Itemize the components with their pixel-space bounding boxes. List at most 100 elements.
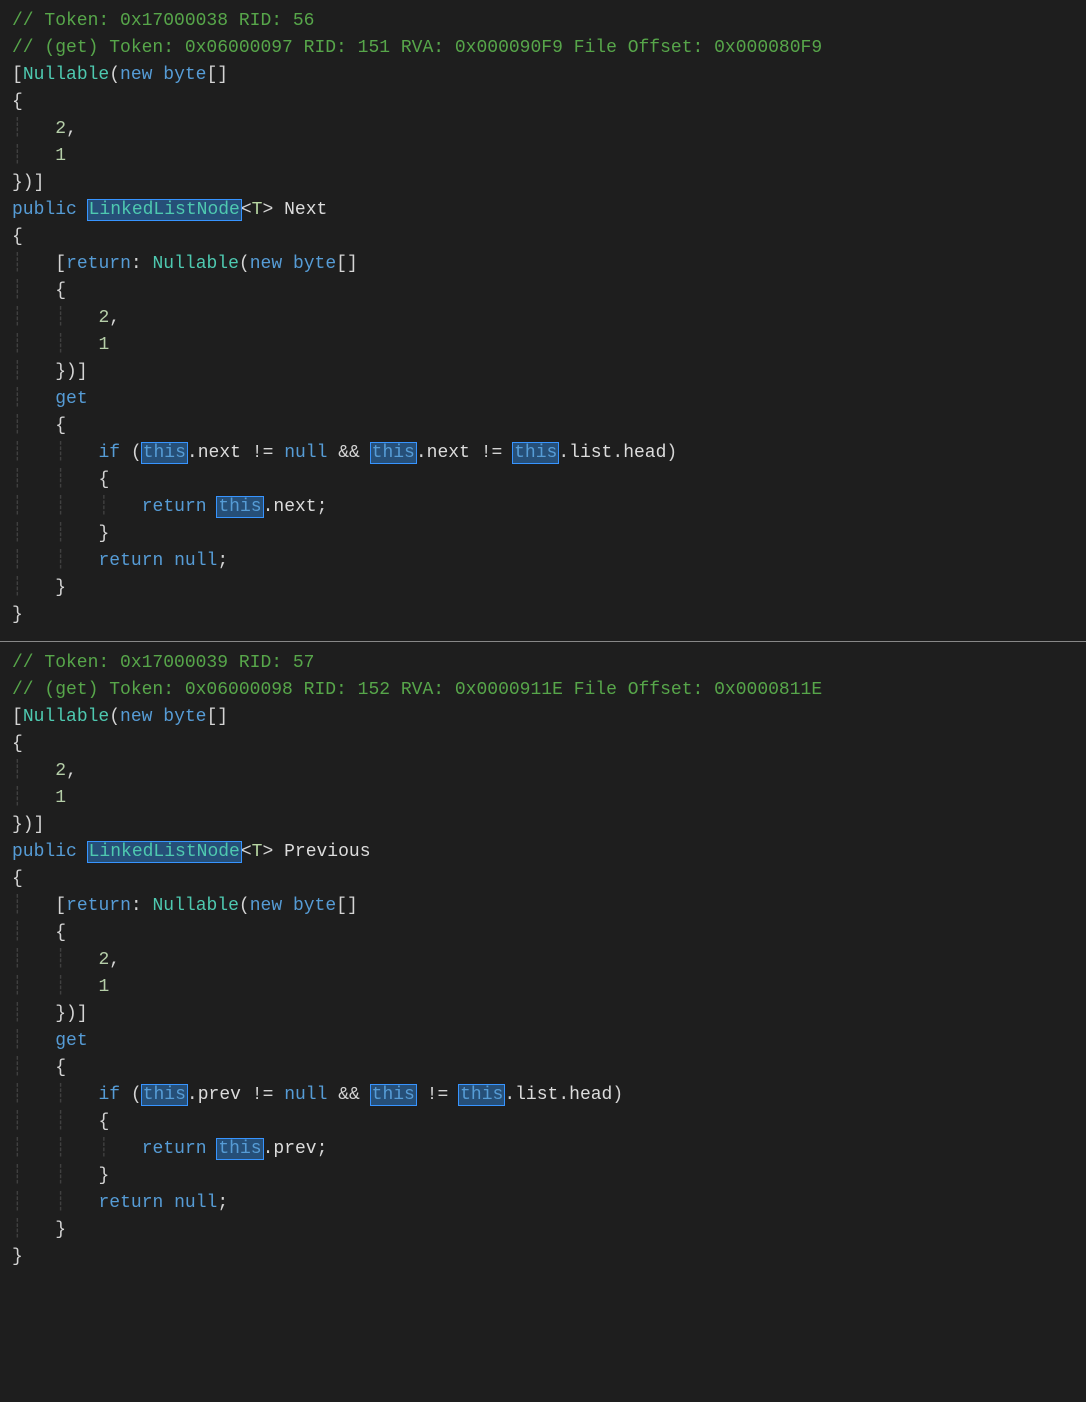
keyword-this: this xyxy=(142,1085,187,1105)
code-line: ┊ { xyxy=(12,920,1074,947)
keyword-if: if xyxy=(98,1085,120,1105)
type-byte: byte xyxy=(293,254,336,274)
keyword-get: get xyxy=(55,389,87,409)
keyword-this: this xyxy=(513,443,558,463)
code-line: ┊ } xyxy=(12,1217,1074,1244)
type-byte: byte xyxy=(163,707,206,727)
keyword-public: public xyxy=(12,842,77,862)
keyword-this: this xyxy=(371,1085,416,1105)
code-line: ┊ ┊ return null; xyxy=(12,1190,1074,1217)
array-brackets: [] xyxy=(206,65,228,85)
comment: // (get) Token: 0x06000098 RID: 152 RVA:… xyxy=(12,680,822,700)
code-line: ┊ ┊ } xyxy=(12,1163,1074,1190)
code-line: } xyxy=(12,1244,1074,1271)
type-linkedlistnode: LinkedListNode xyxy=(88,200,241,220)
code-line: public LinkedListNode<T> Previous xyxy=(12,839,1074,866)
code-line: ┊ [return: Nullable(new byte[] xyxy=(12,251,1074,278)
keyword-return: return xyxy=(66,254,131,274)
literal: 2 xyxy=(55,119,66,139)
code-line: ┊ ┊ 1 xyxy=(12,332,1074,359)
code-line: // (get) Token: 0x06000097 RID: 151 RVA:… xyxy=(12,35,1074,62)
code-line: ┊ { xyxy=(12,278,1074,305)
member-next: next xyxy=(273,497,316,517)
code-line: { xyxy=(12,731,1074,758)
keyword-return: return xyxy=(98,1193,163,1213)
keyword-this: this xyxy=(217,1139,262,1159)
code-line: ┊ })] xyxy=(12,1001,1074,1028)
member-head: head xyxy=(623,443,666,463)
type-param: T xyxy=(252,842,263,862)
keyword-this: this xyxy=(459,1085,504,1105)
keyword-if: if xyxy=(98,443,120,463)
code-line: ┊ ┊ ┊ return this.prev; xyxy=(12,1136,1074,1163)
attribute-name: Nullable xyxy=(152,896,238,916)
comment: // Token: 0x17000039 RID: 57 xyxy=(12,653,314,673)
keyword-return: return xyxy=(66,896,131,916)
code-line: [Nullable(new byte[] xyxy=(12,62,1074,89)
code-line: ┊ ┊ ┊ return this.next; xyxy=(12,494,1074,521)
literal: 1 xyxy=(98,977,109,997)
property-name: Previous xyxy=(284,842,370,862)
literal: 2 xyxy=(98,950,109,970)
keyword-get: get xyxy=(55,1031,87,1051)
literal: 1 xyxy=(98,335,109,355)
code-line: { xyxy=(12,89,1074,116)
type-byte: byte xyxy=(293,896,336,916)
code-line: ┊ get xyxy=(12,1028,1074,1055)
code-line: { xyxy=(12,224,1074,251)
member-prev: prev xyxy=(273,1139,316,1159)
keyword-this: this xyxy=(142,443,187,463)
keyword-null: null xyxy=(174,1193,217,1213)
literal: 2 xyxy=(55,761,66,781)
type-byte: byte xyxy=(163,65,206,85)
code-pane-previous[interactable]: // Token: 0x17000039 RID: 57 // (get) To… xyxy=(0,642,1086,1283)
literal: 2 xyxy=(98,308,109,328)
operator-neq: != xyxy=(252,443,274,463)
literal: 1 xyxy=(55,788,66,808)
keyword-this: this xyxy=(217,497,262,517)
type-linkedlistnode: LinkedListNode xyxy=(88,842,241,862)
code-line: ┊ ┊ if (this.next != null && this.next !… xyxy=(12,440,1074,467)
code-line: ┊ })] xyxy=(12,359,1074,386)
code-line: ┊ 2, xyxy=(12,116,1074,143)
code-line: // Token: 0x17000039 RID: 57 xyxy=(12,650,1074,677)
keyword-null: null xyxy=(174,551,217,571)
code-line: ┊ 2, xyxy=(12,758,1074,785)
keyword-return: return xyxy=(142,1139,207,1159)
keyword-null: null xyxy=(284,1085,327,1105)
member-prev: prev xyxy=(198,1085,241,1105)
keyword-null: null xyxy=(284,443,327,463)
code-line: ┊ } xyxy=(12,575,1074,602)
comment: // Token: 0x17000038 RID: 56 xyxy=(12,11,314,31)
code-pane-next[interactable]: // Token: 0x17000038 RID: 56 // (get) To… xyxy=(0,0,1086,642)
keyword-new: new xyxy=(250,254,282,274)
code-line: ┊ { xyxy=(12,413,1074,440)
code-line: // Token: 0x17000038 RID: 56 xyxy=(12,8,1074,35)
keyword-return: return xyxy=(142,497,207,517)
code-line: public LinkedListNode<T> Next xyxy=(12,197,1074,224)
member-list: list xyxy=(515,1085,558,1105)
code-line: ┊ ┊ 2, xyxy=(12,305,1074,332)
keyword-this: this xyxy=(371,443,416,463)
code-line: })] xyxy=(12,812,1074,839)
code-line: ┊ ┊ { xyxy=(12,1109,1074,1136)
keyword-public: public xyxy=(12,200,77,220)
member-list: list xyxy=(569,443,612,463)
keyword-new: new xyxy=(250,896,282,916)
code-line: { xyxy=(12,866,1074,893)
code-line: ┊ ┊ { xyxy=(12,467,1074,494)
code-line: ┊ { xyxy=(12,1055,1074,1082)
code-line: ┊ ┊ return null; xyxy=(12,548,1074,575)
keyword-new: new xyxy=(120,707,152,727)
code-line: // (get) Token: 0x06000098 RID: 152 RVA:… xyxy=(12,677,1074,704)
code-line: ┊ 1 xyxy=(12,143,1074,170)
operator-and: && xyxy=(338,443,360,463)
code-line: })] xyxy=(12,170,1074,197)
attribute-name: Nullable xyxy=(23,65,109,85)
attribute-name: Nullable xyxy=(152,254,238,274)
code-line: ┊ ┊ } xyxy=(12,521,1074,548)
type-param: T xyxy=(252,200,263,220)
code-line: ┊ 1 xyxy=(12,785,1074,812)
code-line: ┊ [return: Nullable(new byte[] xyxy=(12,893,1074,920)
attribute-name: Nullable xyxy=(23,707,109,727)
